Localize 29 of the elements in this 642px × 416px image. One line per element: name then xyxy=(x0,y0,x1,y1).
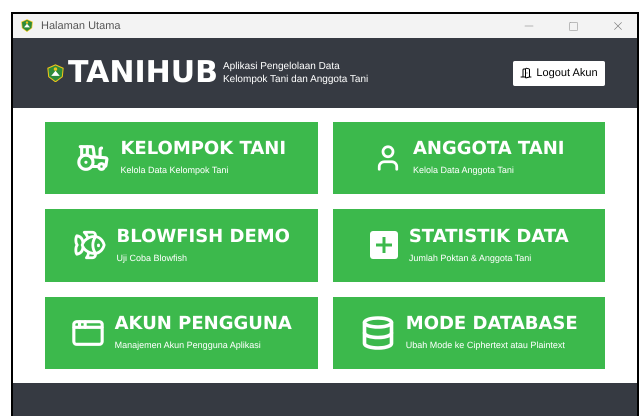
database-icon xyxy=(360,314,396,351)
menu-card[interactable]: BLOWFISH DEMO Uji Coba Blowfish xyxy=(45,209,318,282)
tagline: Kelompok Tani dan Anggota Tani xyxy=(222,73,368,86)
menu-card[interactable]: ANGGOTA TANI Kelola Data Anggota Tani xyxy=(332,122,605,194)
card-subtitle: Ubah Mode ke Ciphertext atau Plaintext xyxy=(406,339,565,352)
logout-button[interactable]: Logout Akun xyxy=(513,60,605,86)
menu-card[interactable]: AKUN PENGGUNA Manajemen Akun Pengguna Aplikasi xyxy=(45,296,318,369)
menu-card[interactable]: KELOMPOK TANI Kelola Data Kelompok Tani xyxy=(45,122,318,194)
card-title: MODE DATABASE xyxy=(406,313,578,336)
card-subtitle: Kelola Data Kelompok Tani xyxy=(120,164,228,178)
card-subtitle: Manajemen Akun Pengguna Aplikasi xyxy=(114,339,261,352)
card-subtitle: Uji Coba Blowfish xyxy=(116,252,188,265)
card-title: AKUN PENGGUNA xyxy=(114,313,292,336)
card-title: ANGGOTA TANI xyxy=(413,138,564,160)
card-title: STATISTIK DATA xyxy=(408,226,569,248)
menu-card[interactable]: MODE DATABASE Ubah Mode ke Ciphertext atau Plaintext xyxy=(332,296,605,369)
card-title: BLOWFISH DEMO xyxy=(116,226,290,248)
tagline: Aplikasi Pengelolaan Data xyxy=(222,60,341,73)
app-logo: TANIHUB xyxy=(68,58,218,88)
maximize-icon[interactable] xyxy=(568,20,579,32)
emblem-icon xyxy=(21,19,33,33)
card-subtitle: Jumlah Poktan & Anggota Tani xyxy=(408,252,532,265)
card-title: KELOMPOK TANI xyxy=(120,138,286,160)
plus-square-icon xyxy=(368,230,399,260)
card-subtitle: Kelola Data Anggota Tani xyxy=(413,164,514,178)
door-icon xyxy=(520,67,532,79)
emblem-icon xyxy=(47,64,64,82)
menu-card[interactable]: STATISTIK DATA Jumlah Poktan & Anggota Tani xyxy=(332,209,605,282)
window-title: Halaman Utama xyxy=(41,18,120,34)
